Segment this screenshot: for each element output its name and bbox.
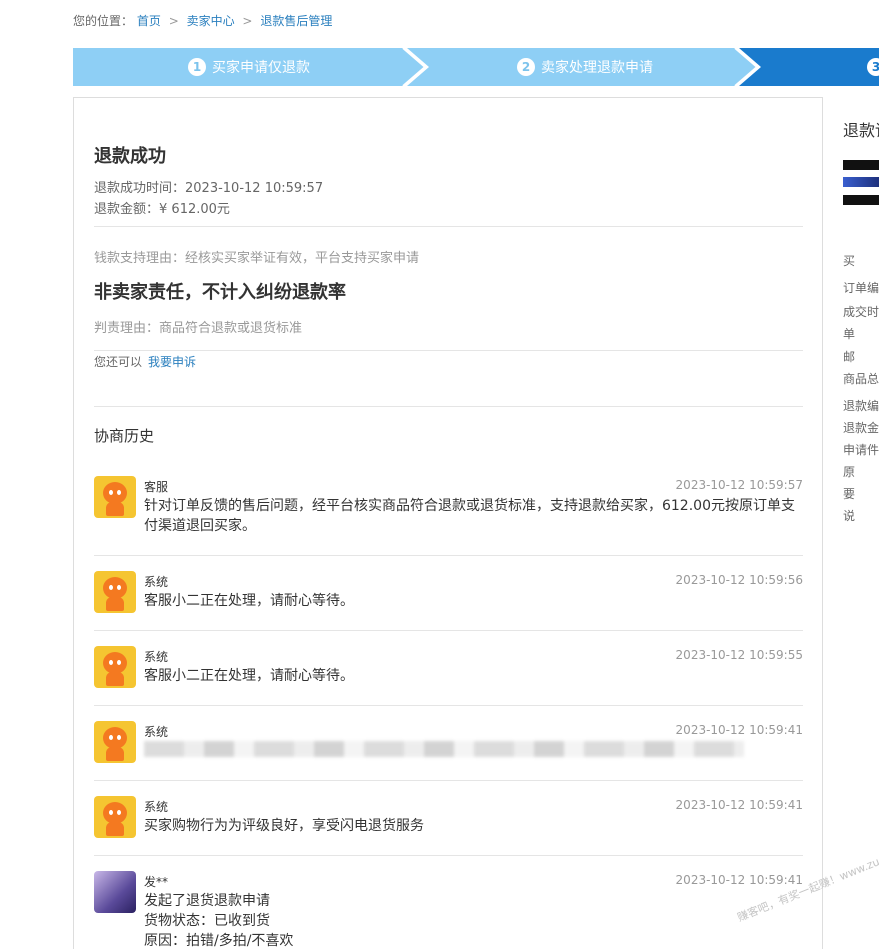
message-time: 2023-10-12 10:59:41 xyxy=(675,798,803,812)
step-2-number: 2 xyxy=(517,58,535,76)
breadcrumb-seller-center-link[interactable]: 卖家中心 xyxy=(187,14,235,28)
divider xyxy=(94,406,803,407)
refund-status-title: 退款成功 xyxy=(94,146,166,167)
refund-time-label: 退款成功时间： xyxy=(94,181,186,196)
step-1-number: 1 xyxy=(188,58,206,76)
sidebar-label: 要 xyxy=(843,487,856,501)
buyer-avatar xyxy=(94,871,136,913)
divider xyxy=(94,780,803,781)
message-line: 发起了退货退款申请 xyxy=(144,893,270,909)
message-sender: 系统 xyxy=(144,575,169,589)
step-2: 2 卖家处理退款申请 xyxy=(413,48,757,86)
appeal-prefix: 您还可以 xyxy=(94,355,143,369)
sidebar-title: 退款详 xyxy=(843,121,879,140)
history-message: 客服 2023-10-12 10:59:57 针对订单反馈的售后问题，经平台核实… xyxy=(94,476,803,556)
history-message: 系统 2023-10-12 10:59:55 客服小二正在处理，请耐心等待。 xyxy=(94,646,803,706)
message-sender: 系统 xyxy=(144,725,169,739)
sidebar-label: 退款金 xyxy=(843,421,879,435)
message-text: 发起了退货退款申请 货物状态：已收到货 原因：拍错/多拍/不喜欢 xyxy=(144,891,799,949)
refund-amount-value: ¥ 612.00元 xyxy=(159,202,230,217)
refund-time-value: 2023-10-12 10:59:57 xyxy=(185,181,324,196)
message-text: 客服小二正在处理，请耐心等待。 xyxy=(144,593,354,609)
sidebar-label: 商品总 xyxy=(843,372,879,386)
appeal-link[interactable]: 我要申诉 xyxy=(148,355,196,369)
sidebar-label: 订单编 xyxy=(843,281,879,295)
refund-info-sidebar: 退款详 买 订单编 成交时 单 邮 商品总 退款编 退款金 申请件 原 要 说 xyxy=(822,97,879,949)
history-message: 系统 2023-10-12 10:59:41 买家购物行为为评级良好，享受闪电退… xyxy=(94,796,803,856)
message-text: 买家购物行为为评级良好，享受闪电退货服务 xyxy=(144,818,424,834)
message-text: 针对订单反馈的售后问题，经平台核实商品符合退款或退货标准，支持退款给买家，612… xyxy=(144,498,795,534)
step-3-number: 3 xyxy=(867,58,879,76)
sidebar-label: 退款编 xyxy=(843,399,879,413)
progress-steps: 1 买家申请仅退款 2 卖家处理退款申请 3 xyxy=(73,48,879,86)
history-message: 发** 2023-10-12 10:59:41 发起了退货退款申请 货物状态：已… xyxy=(94,871,803,949)
sidebar-label: 原 xyxy=(843,465,856,479)
message-sender: 系统 xyxy=(144,650,169,664)
message-time: 2023-10-12 10:59:55 xyxy=(675,648,803,662)
message-time: 2023-10-12 10:59:41 xyxy=(675,723,803,737)
system-avatar xyxy=(94,571,136,613)
message-line: 原因：拍错/多拍/不喜欢 xyxy=(144,933,294,949)
message-sender: 发** xyxy=(144,875,169,889)
message-line: 货物状态：已收到货 xyxy=(144,913,270,929)
divider xyxy=(94,226,803,227)
history-title: 协商历史 xyxy=(94,427,155,445)
product-image-redacted xyxy=(843,160,879,170)
message-time: 2023-10-12 10:59:41 xyxy=(675,873,803,887)
message-time: 2023-10-12 10:59:56 xyxy=(675,573,803,587)
refund-amount-label: 退款金额： xyxy=(94,202,160,217)
message-sender: 系统 xyxy=(144,800,169,814)
divider xyxy=(94,630,803,631)
history-message: 系统 2023-10-12 10:59:41 xyxy=(94,721,803,781)
sidebar-label: 邮 xyxy=(843,350,856,364)
message-time: 2023-10-12 10:59:57 xyxy=(675,478,803,492)
service-avatar xyxy=(94,476,136,518)
refund-detail-panel: 退款成功 退款成功时间：2023-10-12 10:59:57 退款金额：¥ 6… xyxy=(73,97,823,949)
product-image-redacted xyxy=(843,195,879,205)
divider xyxy=(94,350,803,351)
history-message: 系统 2023-10-12 10:59:56 客服小二正在处理，请耐心等待。 xyxy=(94,571,803,631)
verdict-title: 非卖家责任，不计入纠纷退款率 xyxy=(94,282,346,303)
breadcrumb-prefix: 您的位置： xyxy=(73,14,134,28)
sidebar-label: 单 xyxy=(843,327,856,341)
redacted-message-text xyxy=(144,741,744,757)
system-avatar xyxy=(94,721,136,763)
sidebar-label: 成交时 xyxy=(843,305,879,319)
sidebar-label: 说 xyxy=(843,509,856,523)
step-2-label: 卖家处理退款申请 xyxy=(541,60,653,76)
system-avatar xyxy=(94,646,136,688)
product-image xyxy=(843,177,879,187)
message-sender: 客服 xyxy=(144,480,169,494)
sidebar-label: 买 xyxy=(843,254,856,268)
divider xyxy=(94,855,803,856)
breadcrumb-separator: > xyxy=(168,14,179,28)
refund-time: 退款成功时间：2023-10-12 10:59:57 xyxy=(94,177,323,196)
divider xyxy=(94,555,803,556)
appeal-row: 您还可以 我要申诉 xyxy=(94,353,196,370)
breadcrumb-home-link[interactable]: 首页 xyxy=(137,14,161,28)
breadcrumb: 您的位置： 首页 > 卖家中心 > 退款售后管理 xyxy=(73,12,332,29)
step-1-label: 买家申请仅退款 xyxy=(212,60,310,76)
message-text: 客服小二正在处理，请耐心等待。 xyxy=(144,668,354,684)
breadcrumb-separator: > xyxy=(242,14,253,28)
breadcrumb-current-link[interactable]: 退款售后管理 xyxy=(260,14,332,28)
reason-support: 钱款支持理由：经核实买家举证有效，平台支持买家申请 xyxy=(94,251,420,266)
refund-amount: 退款金额：¥ 612.00元 xyxy=(94,198,230,217)
step-3: 3 xyxy=(867,48,879,86)
system-avatar xyxy=(94,796,136,838)
sidebar-label: 申请件 xyxy=(843,443,879,457)
divider xyxy=(94,705,803,706)
step-1: 1 买家申请仅退款 xyxy=(73,48,425,86)
judge-reason: 判责理由：商品符合退款或退货标准 xyxy=(94,321,303,336)
